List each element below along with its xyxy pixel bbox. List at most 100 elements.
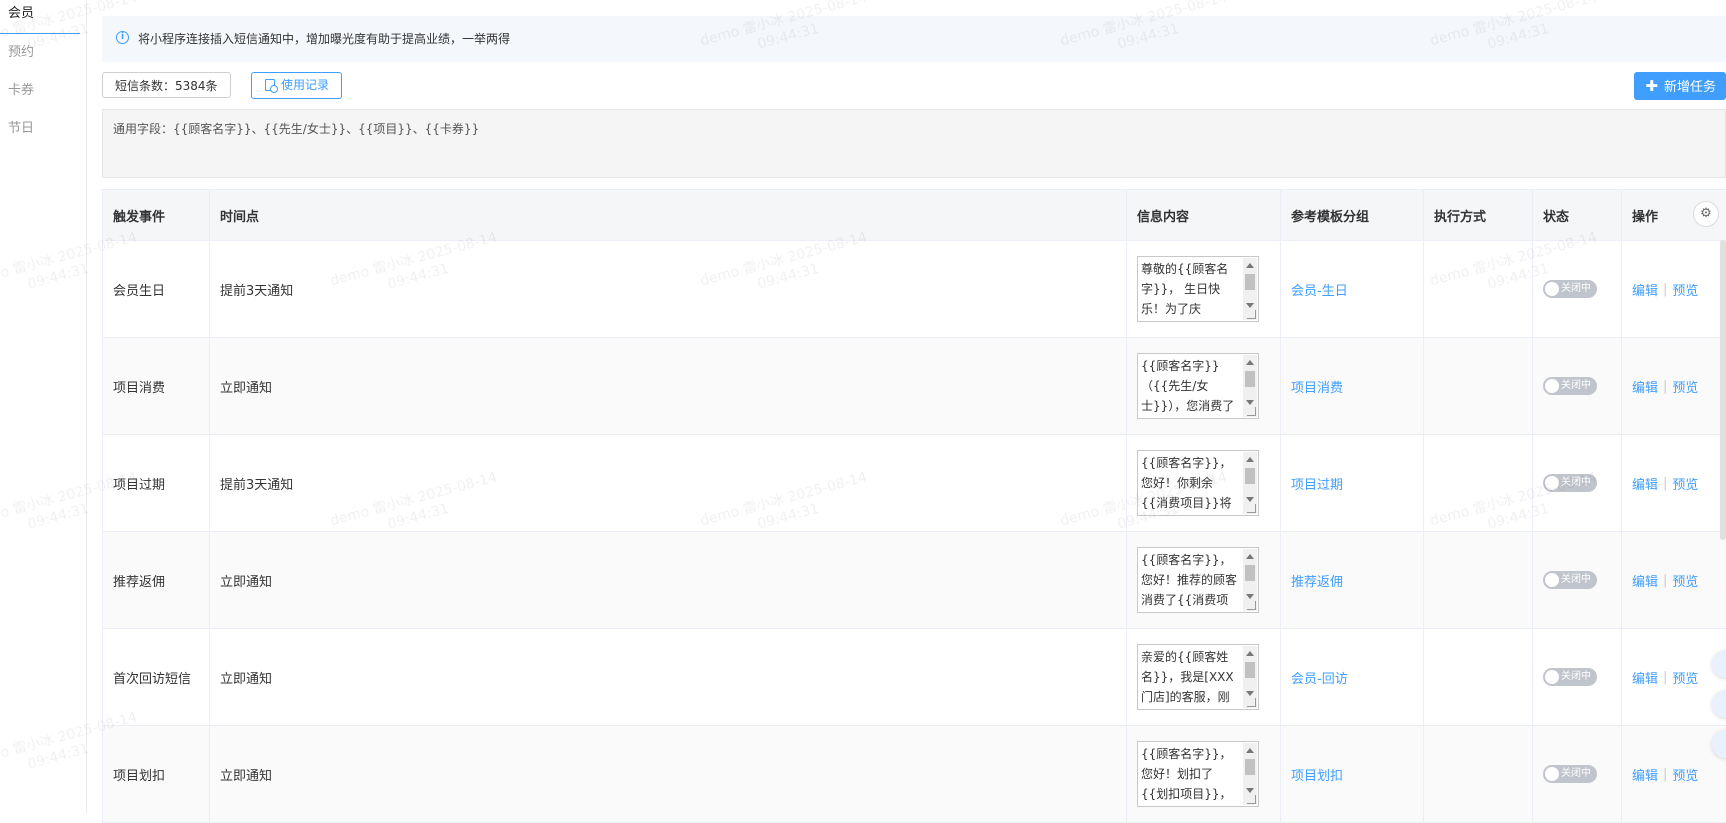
- header-message: 信息内容: [1127, 190, 1281, 240]
- status-toggle[interactable]: 关闭中: [1543, 280, 1597, 298]
- message-textarea[interactable]: {{顾客名字}}，您好！你剩余{{消费项目}}将在{{有效: [1137, 450, 1259, 516]
- scroll-up-icon[interactable]: [1246, 651, 1254, 656]
- resize-grip-icon[interactable]: [1247, 601, 1256, 610]
- time-cell: 立即通知: [210, 532, 1127, 628]
- template-group-link[interactable]: 项目划扣: [1291, 765, 1343, 784]
- actions-cell: 编辑 | 预览: [1622, 726, 1726, 822]
- message-text: {{顾客名字}}，您好！你剩余{{消费项目}}将在{{有效: [1141, 456, 1232, 510]
- resize-grip-icon[interactable]: [1247, 698, 1256, 707]
- method-cell: [1424, 532, 1533, 628]
- scroll-thumb[interactable]: [1245, 565, 1255, 581]
- template-group-link[interactable]: 项目消费: [1291, 377, 1343, 396]
- template-group-link[interactable]: 项目过期: [1291, 474, 1343, 493]
- plus-icon: ✚: [1645, 77, 1658, 95]
- header-status: 状态: [1533, 190, 1622, 240]
- message-cell: {{顾客名字}}，您好！你剩余{{消费项目}}将在{{有效: [1127, 435, 1281, 531]
- add-task-button[interactable]: ✚ 新增任务: [1634, 72, 1726, 100]
- scroll-down-icon[interactable]: [1246, 497, 1254, 502]
- message-textarea[interactable]: {{顾客名字}}（{{先生/女士}}），您消费了{{消费项: [1137, 353, 1259, 419]
- method-cell: [1424, 435, 1533, 531]
- tab-holiday[interactable]: 节日: [0, 114, 86, 152]
- usage-record-button[interactable]: 使用记录: [251, 72, 343, 99]
- scroll-down-icon[interactable]: [1246, 303, 1254, 308]
- status-toggle[interactable]: 关闭中: [1543, 571, 1597, 589]
- message-cell: {{顾客名字}}，您好！划扣了{{划扣项目}}，{{划扣金额}}: [1127, 726, 1281, 822]
- edit-link[interactable]: 编辑: [1632, 765, 1658, 784]
- resize-grip-icon[interactable]: [1247, 310, 1256, 319]
- method-cell: [1424, 241, 1533, 337]
- scroll-down-icon[interactable]: [1246, 594, 1254, 599]
- table-row: 项目过期提前3天通知 {{顾客名字}}，您好！你剩余{{消费项目}}将在{{有效…: [103, 435, 1726, 532]
- status-cell: 关闭中: [1533, 241, 1622, 337]
- status-toggle[interactable]: 关闭中: [1543, 474, 1597, 492]
- table-row: 项目消费立即通知{{顾客名字}}（{{先生/女士}}），您消费了{{消费项项目消…: [103, 338, 1726, 435]
- status-cell: 关闭中: [1533, 338, 1622, 434]
- scroll-down-icon[interactable]: [1246, 400, 1254, 405]
- status-toggle[interactable]: 关闭中: [1543, 377, 1597, 395]
- message-cell: {{顾客名字}}（{{先生/女士}}），您消费了{{消费项: [1127, 338, 1281, 434]
- method-cell: [1424, 629, 1533, 725]
- scroll-up-icon[interactable]: [1246, 554, 1254, 559]
- edit-link[interactable]: 编辑: [1632, 377, 1658, 396]
- scroll-up-icon[interactable]: [1246, 748, 1254, 753]
- tab-appointment[interactable]: 预约: [0, 38, 86, 76]
- message-textarea[interactable]: {{顾客名字}}，您好！推荐的顾客消费了{{消费项: [1137, 547, 1259, 613]
- message-cell: 尊敬的{{顾客名字}}， 生日快乐！为了庆: [1127, 241, 1281, 337]
- edit-link[interactable]: 编辑: [1632, 280, 1658, 299]
- message-textarea[interactable]: {{顾客名字}}，您好！划扣了{{划扣项目}}，{{划扣金额}}: [1137, 741, 1259, 807]
- edit-link[interactable]: 编辑: [1632, 668, 1658, 687]
- group-cell: 项目划扣: [1281, 726, 1424, 822]
- message-textarea[interactable]: 尊敬的{{顾客名字}}， 生日快乐！为了庆: [1137, 256, 1259, 322]
- edit-link[interactable]: 编辑: [1632, 571, 1658, 590]
- actions-cell: 编辑 | 预览: [1622, 241, 1726, 337]
- event-cell: 推荐返佣: [103, 532, 210, 628]
- time-cell: 立即通知: [210, 629, 1127, 725]
- tab-member[interactable]: 会员: [0, 0, 86, 38]
- method-cell: [1424, 338, 1533, 434]
- scroll-thumb[interactable]: [1245, 371, 1255, 387]
- scroll-up-icon[interactable]: [1246, 263, 1254, 268]
- status-toggle[interactable]: 关闭中: [1543, 668, 1597, 686]
- resize-grip-icon[interactable]: [1247, 795, 1256, 804]
- table-row: 会员生日 提前3天通知 尊敬的{{顾客名字}}， 生日快乐！为了庆 会员-生日 关闭中 编…: [103, 241, 1726, 338]
- table-header-row: 触发事件 时间点 信息内容 参考模板分组 执行方式 状态 操作 ⚙: [103, 190, 1726, 241]
- message-cell: 亲爱的{{顾客姓名}}，我是[XXX门店]的客服，刚才: [1127, 629, 1281, 725]
- scroll-down-icon[interactable]: [1246, 788, 1254, 793]
- gear-icon[interactable]: ⚙: [1693, 201, 1719, 227]
- scroll-thumb[interactable]: [1245, 662, 1255, 678]
- vertical-scrollbar[interactable]: [1720, 240, 1726, 540]
- preview-link[interactable]: 预览: [1672, 280, 1698, 299]
- preview-link[interactable]: 预览: [1672, 668, 1698, 687]
- tab-coupon[interactable]: 卡券: [0, 76, 86, 114]
- header-actions-label: 操作: [1632, 209, 1659, 225]
- message-text: {{顾客名字}}，您好！划扣了{{划扣项目}}，{{划扣金额}}: [1141, 747, 1232, 801]
- usage-record-label: 使用记录: [281, 78, 330, 92]
- template-group-link[interactable]: 推荐返佣: [1291, 571, 1343, 590]
- scroll-down-icon[interactable]: [1246, 691, 1254, 696]
- sms-count-badge: 短信条数：5384条: [102, 72, 231, 98]
- preview-link[interactable]: 预览: [1672, 377, 1698, 396]
- resize-grip-icon[interactable]: [1247, 504, 1256, 513]
- preview-link[interactable]: 预览: [1672, 571, 1698, 590]
- preview-link[interactable]: 预览: [1672, 474, 1698, 493]
- notification-table: 触发事件 时间点 信息内容 参考模板分组 执行方式 状态 操作 ⚙ 会员生日 提前…: [102, 189, 1726, 823]
- event-cell: 首次回访短信: [103, 629, 210, 725]
- preview-link[interactable]: 预览: [1672, 765, 1698, 784]
- info-banner-text: 将小程序连接插入短信通知中，增加曝光度有助于提高业绩，一举两得: [138, 32, 511, 46]
- scroll-thumb[interactable]: [1245, 468, 1255, 484]
- table-row: 首次回访短信立即通知亲爱的{{顾客姓名}}，我是[XXX门店]的客服，刚才 会员-…: [103, 629, 1726, 726]
- scroll-up-icon[interactable]: [1246, 457, 1254, 462]
- scroll-thumb[interactable]: [1245, 759, 1255, 775]
- resize-grip-icon[interactable]: [1247, 407, 1256, 416]
- scroll-up-icon[interactable]: [1246, 360, 1254, 365]
- message-textarea[interactable]: 亲爱的{{顾客姓名}}，我是[XXX门店]的客服，刚才: [1137, 644, 1259, 710]
- template-group-link[interactable]: 会员-生日: [1291, 280, 1348, 299]
- group-cell: 推荐返佣: [1281, 532, 1424, 628]
- actions-cell: 编辑 | 预览: [1622, 532, 1726, 628]
- message-text: 尊敬的{{顾客名字}}， 生日快乐！为了庆: [1141, 262, 1229, 316]
- status-toggle[interactable]: 关闭中: [1543, 765, 1597, 783]
- edit-link[interactable]: 编辑: [1632, 474, 1658, 493]
- scroll-thumb[interactable]: [1245, 274, 1255, 290]
- template-group-link[interactable]: 会员-回访: [1291, 668, 1348, 687]
- group-cell: 会员-回访: [1281, 629, 1424, 725]
